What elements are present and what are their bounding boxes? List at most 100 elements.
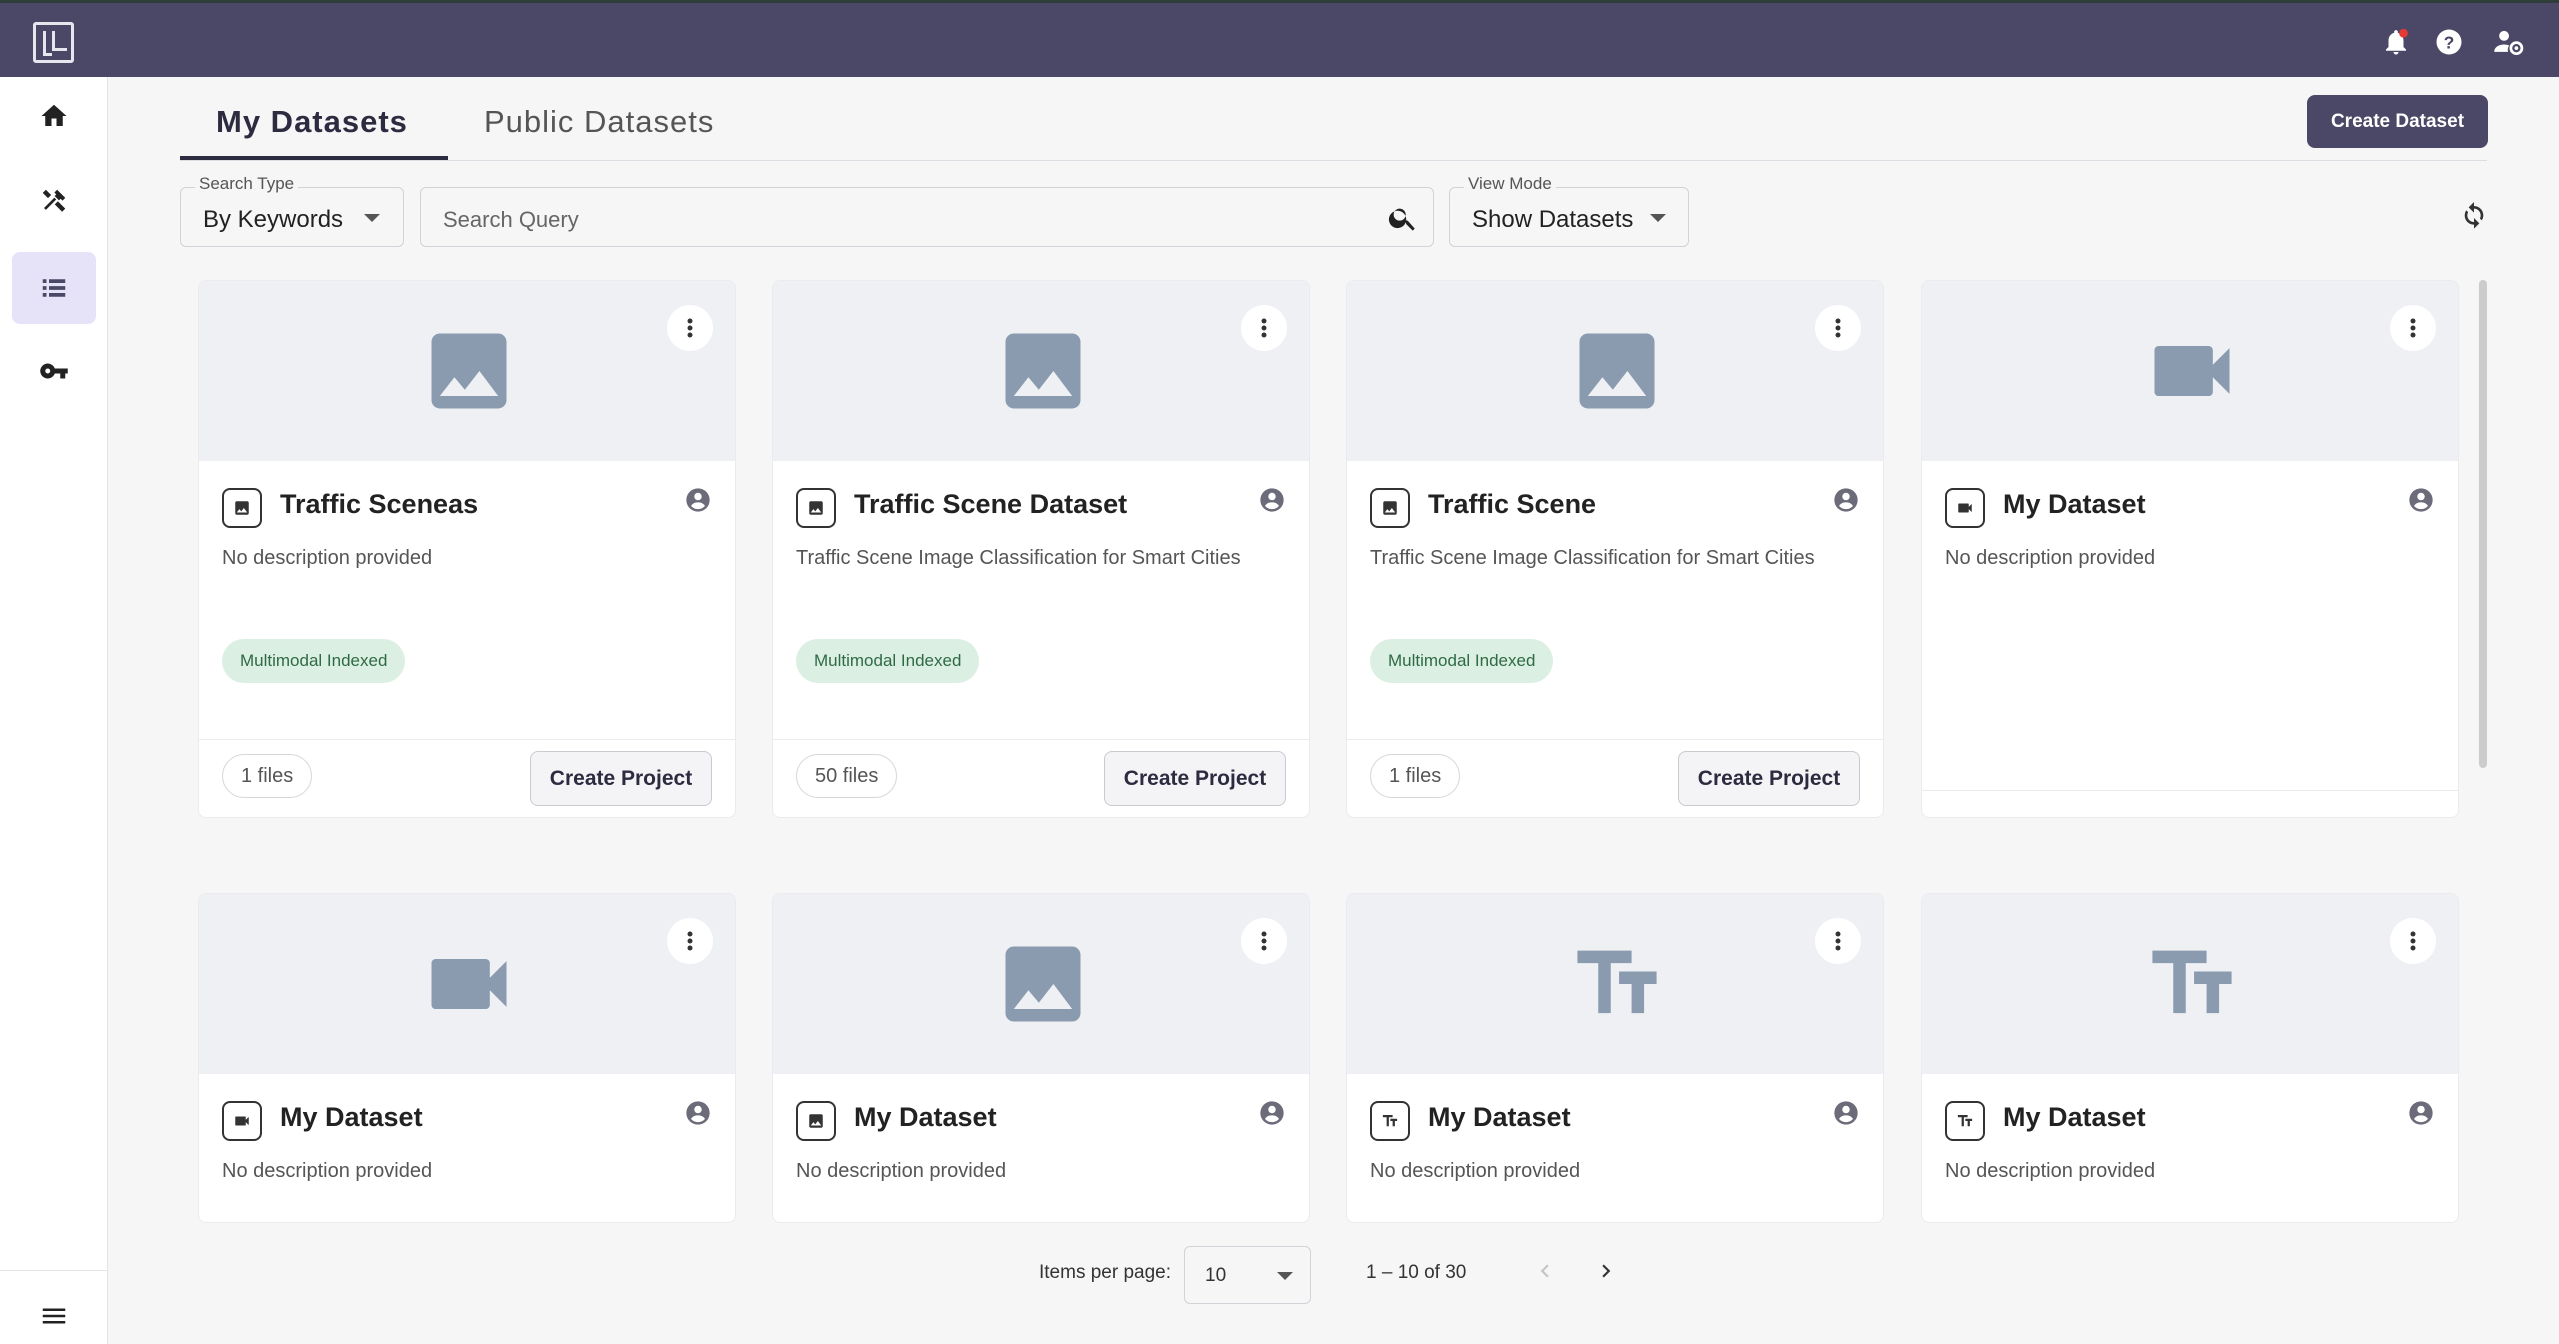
page-range-label: 1 – 10 of 30 <box>1366 1262 1467 1283</box>
search-type-select[interactable]: Search Type By Keywords <box>180 174 404 247</box>
image-icon <box>1579 333 1655 409</box>
card-divider <box>1922 790 2458 791</box>
dataset-card[interactable]: My Dataset No description provided <box>1921 893 2459 1223</box>
more-vert-icon <box>1835 318 1841 338</box>
active-tab-indicator <box>180 156 448 160</box>
dataset-card[interactable]: Traffic Sceneas No description provided … <box>198 280 736 818</box>
view-mode-label: View Mode <box>1464 174 1556 194</box>
card-divider <box>773 739 1309 740</box>
card-description: Traffic Scene Image Classification for S… <box>796 547 1241 569</box>
card-title: My Dataset <box>2003 489 2146 519</box>
search-type-value: By Keywords <box>203 206 344 233</box>
tools-icon <box>42 189 66 212</box>
card-menu-button[interactable] <box>1241 305 1287 351</box>
text-type-icon <box>1370 1101 1410 1141</box>
card-menu-button[interactable] <box>1815 918 1861 964</box>
card-description: No description provided <box>222 1160 433 1182</box>
owner-icon <box>2409 1101 2433 1125</box>
card-menu-button[interactable] <box>667 305 713 351</box>
top-bar: ? <box>0 0 2559 77</box>
image-icon <box>1005 333 1081 409</box>
card-thumbnail <box>1922 281 2458 461</box>
owner-icon <box>686 1101 710 1125</box>
card-menu-button[interactable] <box>2390 918 2436 964</box>
search-type-label: Search Type <box>195 174 299 194</box>
file-count-badge: 1 files <box>1370 754 1461 798</box>
sidebar-menu-toggle[interactable] <box>12 1280 96 1344</box>
card-menu-button[interactable] <box>1241 918 1287 964</box>
key-icon <box>40 363 68 379</box>
card-title: My Dataset <box>280 1102 423 1132</box>
help-icon[interactable]: ? <box>2434 27 2466 59</box>
card-thumbnail <box>1347 281 1883 461</box>
bell-icon[interactable] <box>2381 27 2413 59</box>
card-description: No description provided <box>1370 1160 1581 1182</box>
chevron-down-icon <box>364 214 380 222</box>
status-badge: Multimodal Indexed <box>796 639 980 683</box>
card-title: My Dataset <box>2003 1102 2146 1132</box>
tab-public-datasets[interactable]: Public Datasets <box>484 104 714 140</box>
dataset-card[interactable]: My Dataset No description provided <box>772 893 1310 1223</box>
text-type-icon <box>1945 1101 1985 1141</box>
refresh-icon[interactable] <box>2458 198 2490 230</box>
card-title: My Dataset <box>854 1102 997 1132</box>
image-type-icon <box>796 488 836 528</box>
sidebar-item-datasets[interactable] <box>12 252 96 324</box>
owner-icon <box>1834 488 1858 512</box>
dataset-card[interactable]: Traffic Scene Traffic Scene Image Classi… <box>1346 280 1884 818</box>
create-project-button[interactable]: Create Project <box>1678 751 1860 806</box>
card-title: Traffic Sceneas <box>280 489 479 519</box>
card-menu-button[interactable] <box>667 918 713 964</box>
owner-icon <box>1260 488 1284 512</box>
chevron-down-icon <box>1277 1272 1293 1280</box>
more-vert-icon <box>687 318 693 338</box>
items-per-page-select[interactable]: 10 <box>1184 1246 1311 1304</box>
chevron-down-icon <box>1650 214 1666 222</box>
dataset-card[interactable]: My Dataset No description provided <box>198 893 736 1223</box>
dataset-card[interactable]: My Dataset No description provided <box>1346 893 1884 1223</box>
tab-divider <box>180 160 2487 161</box>
svg-text:?: ? <box>2444 32 2455 52</box>
search-input[interactable]: Search Query <box>420 187 1434 247</box>
card-thumbnail <box>773 894 1309 1074</box>
menu-icon <box>42 1308 66 1324</box>
search-icon[interactable] <box>1387 202 1419 234</box>
view-mode-select[interactable]: View Mode Show Datasets <box>1449 174 1689 247</box>
items-per-page-value: 10 <box>1205 1265 1227 1286</box>
dataset-card[interactable]: My Dataset No description provided <box>1921 280 2459 818</box>
image-type-icon <box>222 488 262 528</box>
sidebar-item-home[interactable] <box>12 80 96 152</box>
more-vert-icon <box>1261 318 1267 338</box>
card-description: No description provided <box>796 1160 1007 1182</box>
text-fields-icon <box>2152 950 2232 1014</box>
chevron-left-icon[interactable] <box>1532 1258 1558 1284</box>
create-dataset-button[interactable]: Create Dataset <box>2307 95 2488 148</box>
dataset-card[interactable]: Traffic Scene Dataset Traffic Scene Imag… <box>772 280 1310 818</box>
card-divider <box>199 739 735 740</box>
home-icon <box>41 104 67 126</box>
search-placeholder: Search Query <box>443 207 579 232</box>
card-description: No description provided <box>222 547 433 569</box>
sidebar-item-tools[interactable] <box>12 165 96 237</box>
video-type-icon <box>222 1101 262 1141</box>
more-vert-icon <box>2410 931 2416 951</box>
owner-icon <box>2409 488 2433 512</box>
sidebar <box>0 77 108 1344</box>
sidebar-item-keys[interactable] <box>12 335 96 407</box>
tab-my-datasets[interactable]: My Datasets <box>216 104 408 140</box>
scrollbar[interactable] <box>2479 280 2487 768</box>
owner-icon <box>1260 1101 1284 1125</box>
owner-icon <box>1834 1101 1858 1125</box>
more-vert-icon <box>1261 931 1267 951</box>
card-menu-button[interactable] <box>2390 305 2436 351</box>
text-fields-icon <box>1577 950 1657 1014</box>
chevron-right-icon[interactable] <box>1593 1258 1619 1284</box>
card-thumbnail <box>199 281 735 461</box>
video-type-icon <box>1945 488 1985 528</box>
card-menu-button[interactable] <box>1815 305 1861 351</box>
create-project-button[interactable]: Create Project <box>1104 751 1286 806</box>
user-settings-icon[interactable] <box>2493 27 2525 59</box>
create-project-button[interactable]: Create Project <box>530 751 712 806</box>
status-badge: Multimodal Indexed <box>222 639 406 683</box>
app-logo[interactable] <box>33 22 74 63</box>
